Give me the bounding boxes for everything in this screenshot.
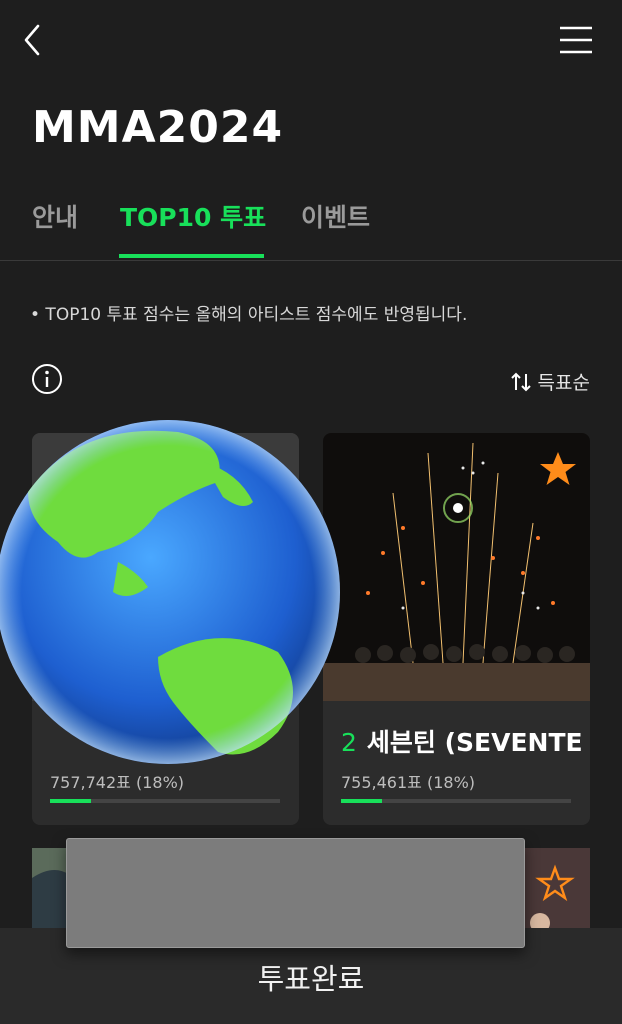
artist-name-text: 세븐틴 (SEVENTEEN) <box>366 728 581 757</box>
back-button[interactable] <box>18 22 52 58</box>
menu-button[interactable] <box>556 24 596 56</box>
vote-progress-bar <box>50 799 280 803</box>
favorite-button[interactable] <box>538 449 578 489</box>
hamburger-menu-icon <box>560 26 592 54</box>
sort-label: 득표순 <box>537 372 590 394</box>
artist-photo <box>520 848 590 938</box>
top-bar <box>0 0 622 80</box>
globe-icon <box>0 402 348 782</box>
back-arrow-icon <box>24 24 40 56</box>
vote-complete-button[interactable]: 투표완료 <box>0 956 622 998</box>
redaction-overlay <box>66 838 525 948</box>
info-button[interactable] <box>31 363 63 395</box>
vote-count: 755,461표 (18%) <box>341 773 476 792</box>
tab-event[interactable]: 이벤트 <box>301 198 370 234</box>
info-icon <box>32 364 62 394</box>
sort-button[interactable]: 득표순 <box>510 368 590 395</box>
artist-card[interactable]: 2세븐틴 (SEVENTEEN) 755,461표 (18%) <box>323 433 590 825</box>
artist-name: 2세븐틴 (SEVENTEEN) <box>341 723 581 759</box>
vote-progress-fill <box>50 799 92 803</box>
tab-info[interactable]: 안내 <box>32 198 78 234</box>
vote-progress-fill <box>341 799 383 803</box>
page-title: MMA2024 <box>32 102 284 153</box>
active-tab-indicator <box>119 254 264 258</box>
tab-bar: 안내 TOP10 투표 이벤트 <box>0 190 622 261</box>
sort-arrows-icon <box>510 372 531 391</box>
tab-top10-vote[interactable]: TOP10 투표 <box>120 198 266 234</box>
notice-text: • TOP10 투표 점수는 올해의 아티스트 점수에도 반영됩니다. <box>30 305 468 325</box>
vote-progress-bar <box>341 799 571 803</box>
artist-card-thumbnail[interactable] <box>520 848 590 938</box>
star-icon <box>540 452 576 485</box>
